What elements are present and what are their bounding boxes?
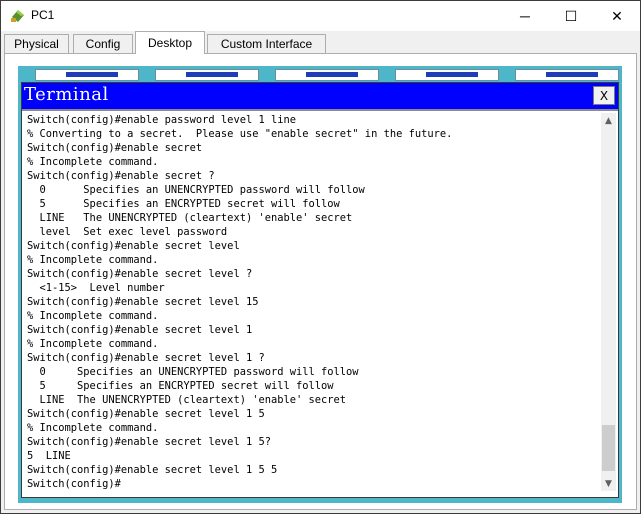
desktop-area: Terminal X Switch(config)#enable passwor… xyxy=(18,66,622,503)
terminal-line: Switch(config)#enable secret level 15 xyxy=(27,296,259,308)
terminal-title: Terminal xyxy=(24,84,109,105)
terminal-line: Switch(config)#enable secret level 1 ? xyxy=(27,352,265,364)
terminal-line: % Incomplete command. xyxy=(27,338,159,350)
terminal-line: 0 Specifies an UNENCRYPTED password will… xyxy=(27,184,365,196)
terminal-line: LINE The UNENCRYPTED (cleartext) 'enable… xyxy=(27,212,353,224)
terminal-line: % Incomplete command. xyxy=(27,422,159,434)
terminal-line: Switch(config)# xyxy=(27,478,121,490)
terminal-line: Switch(config)#enable secret level 1 5? xyxy=(27,436,271,448)
terminal-close-button[interactable]: X xyxy=(593,86,615,105)
tab-bar: Physical Config Desktop Custom Interface xyxy=(1,31,640,55)
tab-config[interactable]: Config xyxy=(73,34,133,53)
tab-content-panel: Terminal X Switch(config)#enable passwor… xyxy=(4,53,637,510)
terminal-line: % Converting to a secret. Please use "en… xyxy=(27,128,453,140)
scroll-up-icon[interactable]: ▲ xyxy=(601,113,616,128)
terminal-line: Switch(config)#enable secret level ? xyxy=(27,268,253,280)
minimize-button[interactable]: ─ xyxy=(502,1,548,31)
maximize-button[interactable]: ☐ xyxy=(548,1,594,31)
terminal-line: 0 Specifies an UNENCRYPTED password will… xyxy=(27,366,359,378)
terminal-line: <1-15> Level number xyxy=(27,282,165,294)
terminal-line: Switch(config)#enable secret ? xyxy=(27,170,215,182)
terminal-line: Switch(config)#enable secret xyxy=(27,142,203,154)
terminal-line: LINE The UNENCRYPTED (cleartext) 'enable… xyxy=(27,394,347,406)
tab-custom-interface[interactable]: Custom Interface xyxy=(207,34,326,53)
desktop-app-tile[interactable] xyxy=(515,69,619,81)
terminal-line: Switch(config)#enable secret level 1 5 5 xyxy=(27,464,278,476)
terminal-window: Terminal X Switch(config)#enable passwor… xyxy=(21,82,619,498)
packet-tracer-pc-icon xyxy=(11,10,24,22)
desktop-app-tile[interactable] xyxy=(35,69,139,81)
terminal-line: Switch(config)#enable secret level 1 5 xyxy=(27,408,265,420)
terminal-console[interactable]: Switch(config)#enable password level 1 l… xyxy=(22,109,618,494)
terminal-line: Switch(config)#enable secret level 1 xyxy=(27,324,253,336)
terminal-line: level Set exec level password xyxy=(27,226,228,238)
terminal-line: Switch(config)#enable password level 1 l… xyxy=(27,114,296,126)
terminal-titlebar: Terminal X xyxy=(22,83,618,109)
terminal-line: % Incomplete command. xyxy=(27,156,159,168)
desktop-app-tile[interactable] xyxy=(275,69,379,81)
scrollbar-thumb[interactable] xyxy=(602,425,615,471)
desktop-app-tile[interactable] xyxy=(395,69,499,81)
application-window: PC1 ─ ☐ ✕ Physical Config Desktop Custom… xyxy=(0,0,641,514)
terminal-scrollbar[interactable]: ▲ ▼ xyxy=(601,113,616,491)
terminal-line: 5 Specifies an ENCRYPTED secret will fol… xyxy=(27,380,334,392)
terminal-line: % Incomplete command. xyxy=(27,310,159,322)
close-button[interactable]: ✕ xyxy=(594,1,640,31)
terminal-line: 5 LINE xyxy=(27,450,71,462)
window-title: PC1 xyxy=(31,8,55,22)
desktop-app-tile[interactable] xyxy=(155,69,259,81)
terminal-line: % Incomplete command. xyxy=(27,254,159,266)
scroll-down-icon[interactable]: ▼ xyxy=(601,476,616,491)
terminal-output: Switch(config)#enable password level 1 l… xyxy=(27,113,597,491)
tab-physical[interactable]: Physical xyxy=(4,34,69,53)
window-titlebar[interactable]: PC1 ─ ☐ ✕ xyxy=(1,1,640,31)
terminal-line: 5 Specifies an ENCRYPTED secret will fol… xyxy=(27,198,340,210)
tab-desktop[interactable]: Desktop xyxy=(135,31,205,54)
terminal-line: Switch(config)#enable secret level xyxy=(27,240,240,252)
